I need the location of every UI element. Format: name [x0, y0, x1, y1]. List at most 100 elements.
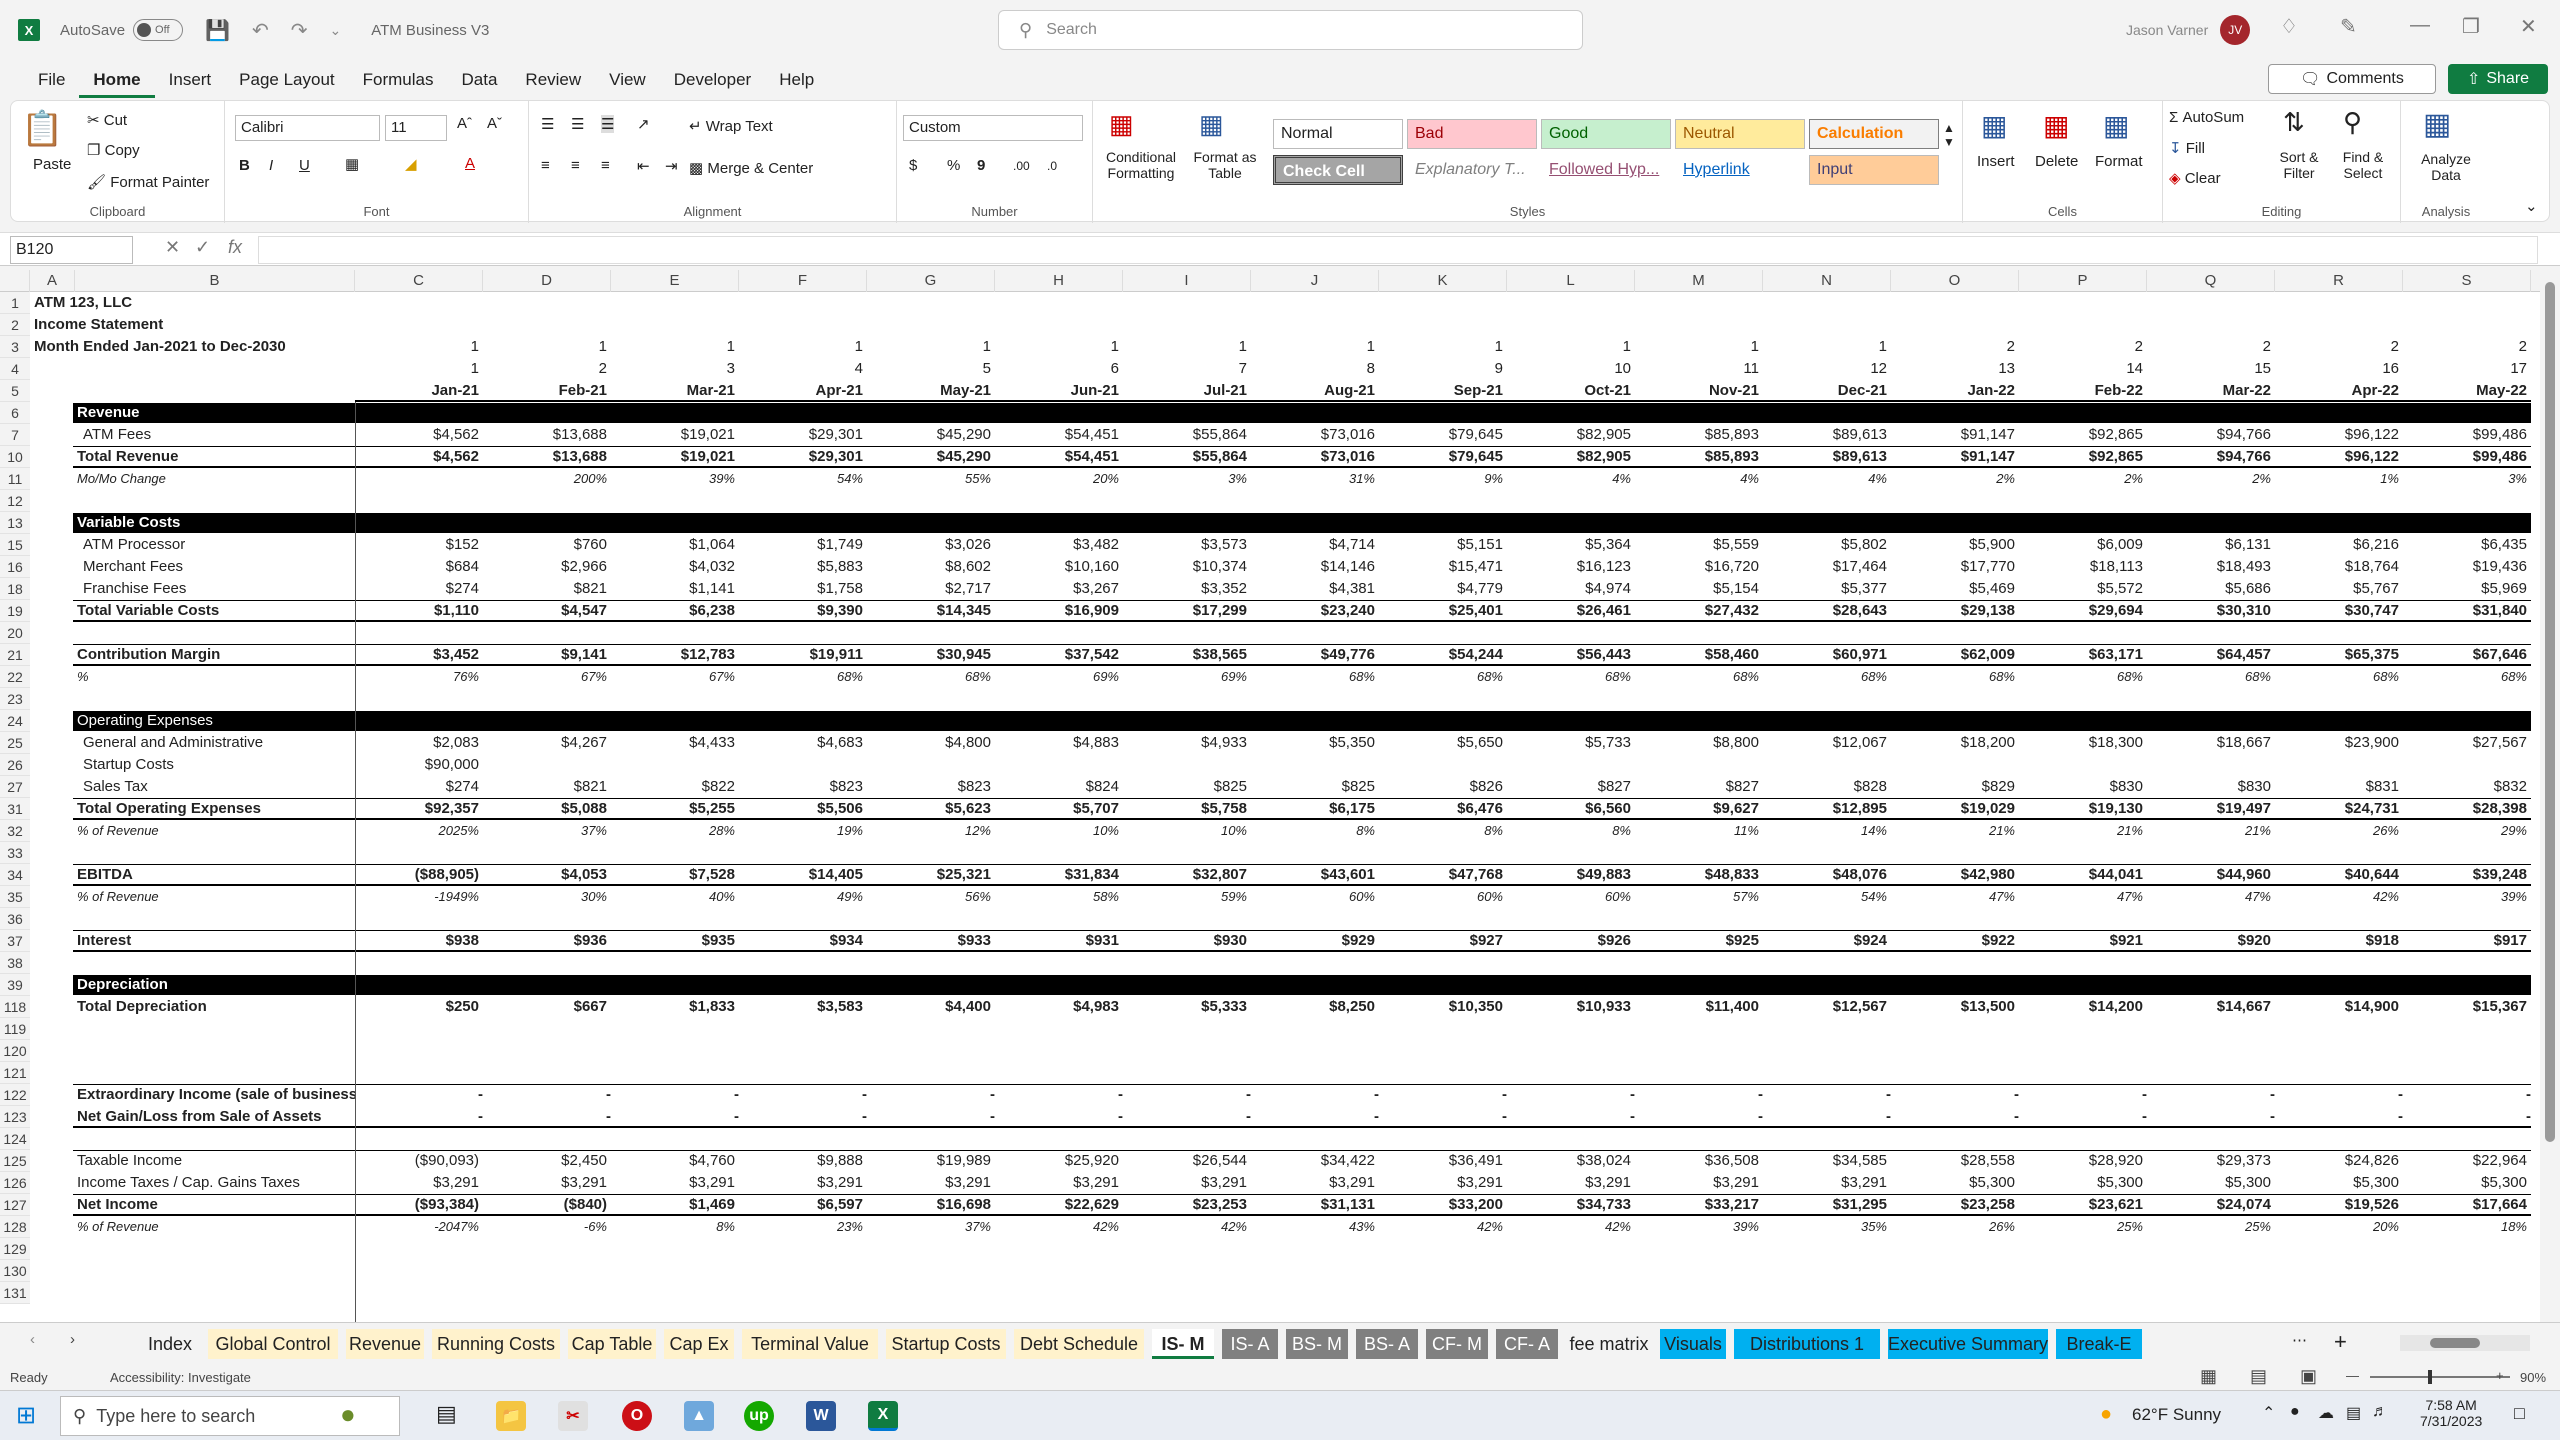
cell-s31[interactable]: $28,398	[2403, 798, 2531, 820]
cell-c11[interactable]	[355, 468, 483, 490]
row-header-12[interactable]: 12	[0, 490, 30, 512]
cell-d15[interactable]: $760	[483, 534, 611, 556]
cell-i11[interactable]: 3%	[1123, 468, 1251, 490]
sheet-tab-global-control[interactable]: Global Control	[208, 1329, 338, 1359]
tray-chevron-icon[interactable]: ⌃	[2262, 1403, 2275, 1423]
zoom-in-icon[interactable]: +	[2496, 1368, 2504, 1383]
cell-s25[interactable]: $27,567	[2403, 732, 2531, 754]
cell-p123[interactable]: -	[2019, 1106, 2147, 1128]
style-normal[interactable]: Normal	[1273, 119, 1403, 149]
conditional-formatting-button[interactable]: Conditional Formatting	[1098, 149, 1184, 181]
cell-l16[interactable]: $16,123	[1507, 556, 1635, 578]
cell-c5[interactable]: Jan-21	[355, 380, 483, 402]
cell-e4[interactable]: 3	[611, 358, 739, 380]
percent-icon[interactable]: %	[947, 157, 960, 174]
cell-f32[interactable]: 19%	[739, 820, 867, 842]
cell-d5[interactable]: Feb-21	[483, 380, 611, 402]
copy-button[interactable]: ❐ Copy	[87, 141, 140, 159]
cell-o7[interactable]: $91,147	[1891, 424, 2019, 446]
cell-i31[interactable]: $5,758	[1123, 798, 1251, 820]
cell-m15[interactable]: $5,559	[1635, 534, 1763, 556]
sheet-tab-cap-ex[interactable]: Cap Ex	[664, 1329, 734, 1359]
cell-f7[interactable]: $29,301	[739, 424, 867, 446]
cell-j122[interactable]: -	[1251, 1084, 1379, 1106]
cell-n26[interactable]	[1763, 754, 1891, 776]
cell-p16[interactable]: $18,113	[2019, 556, 2147, 578]
add-sheet-icon[interactable]: +	[2334, 1329, 2347, 1355]
cell-c32[interactable]: 2025%	[355, 820, 483, 842]
cell-p10[interactable]: $92,865	[2019, 446, 2147, 468]
cell-g122[interactable]: -	[867, 1084, 995, 1106]
cell-g31[interactable]: $5,623	[867, 798, 995, 820]
cell-i21[interactable]: $38,565	[1123, 644, 1251, 666]
sheet-tab-terminal-value[interactable]: Terminal Value	[742, 1329, 878, 1359]
row-header-24[interactable]: 24	[0, 710, 30, 732]
row-header-128[interactable]: 128	[0, 1216, 30, 1238]
currency-icon[interactable]: $	[909, 157, 917, 174]
cell-l5[interactable]: Oct-21	[1507, 380, 1635, 402]
cell-d37[interactable]: $936	[483, 930, 611, 952]
cell-d128[interactable]: -6%	[483, 1216, 611, 1238]
cell-k21[interactable]: $54,244	[1379, 644, 1507, 666]
cell-r122[interactable]: -	[2275, 1084, 2403, 1106]
row-label-11[interactable]: Mo/Mo Change	[73, 468, 355, 490]
cell-d35[interactable]: 30%	[483, 886, 611, 908]
paste-button[interactable]: Paste	[33, 156, 71, 173]
conditional-formatting-icon[interactable]: ▦	[1109, 109, 1134, 140]
cell-q31[interactable]: $19,497	[2147, 798, 2275, 820]
cell-n27[interactable]: $828	[1763, 776, 1891, 798]
cell-g26[interactable]	[867, 754, 995, 776]
cell-d123[interactable]: -	[483, 1106, 611, 1128]
row-header-26[interactable]: 26	[0, 754, 30, 776]
cell-e127[interactable]: $1,469	[611, 1194, 739, 1216]
cell-c18[interactable]: $274	[355, 578, 483, 600]
cell-c34[interactable]: ($88,905)	[355, 864, 483, 886]
cell-h21[interactable]: $37,542	[995, 644, 1123, 666]
cell-e128[interactable]: 8%	[611, 1216, 739, 1238]
cell-g21[interactable]: $30,945	[867, 644, 995, 666]
cell-h16[interactable]: $10,160	[995, 556, 1123, 578]
row-header-125[interactable]: 125	[0, 1150, 30, 1172]
cell-n10[interactable]: $89,613	[1763, 446, 1891, 468]
page-break-view-icon[interactable]: ▣	[2300, 1366, 2317, 1387]
cell-e11[interactable]: 39%	[611, 468, 739, 490]
cell-f118[interactable]: $3,583	[739, 996, 867, 1018]
cell-r7[interactable]: $96,122	[2275, 424, 2403, 446]
clear-button[interactable]: ◈ Clear	[2169, 169, 2221, 187]
cell-k127[interactable]: $33,200	[1379, 1194, 1507, 1216]
insert-function-icon[interactable]: fx	[228, 237, 242, 258]
column-header-c[interactable]: C	[355, 270, 483, 292]
cell-n122[interactable]: -	[1763, 1084, 1891, 1106]
cell-f31[interactable]: $5,506	[739, 798, 867, 820]
cell-e22[interactable]: 67%	[611, 666, 739, 688]
row-header-6[interactable]: 6	[0, 402, 30, 424]
row-header-129[interactable]: 129	[0, 1238, 30, 1260]
cell-e31[interactable]: $5,255	[611, 798, 739, 820]
cell-j123[interactable]: -	[1251, 1106, 1379, 1128]
name-box[interactable]: B120	[10, 236, 133, 264]
cell-q27[interactable]: $830	[2147, 776, 2275, 798]
cell-l21[interactable]: $56,443	[1507, 644, 1635, 666]
cell-f18[interactable]: $1,758	[739, 578, 867, 600]
cell-h118[interactable]: $4,983	[995, 996, 1123, 1018]
cell-k32[interactable]: 8%	[1379, 820, 1507, 842]
cell-r128[interactable]: 20%	[2275, 1216, 2403, 1238]
cell-g123[interactable]: -	[867, 1106, 995, 1128]
cell-g35[interactable]: 56%	[867, 886, 995, 908]
autosave-toggle[interactable]: Off	[133, 19, 184, 41]
cell-f4[interactable]: 4	[739, 358, 867, 380]
cell-f37[interactable]: $934	[739, 930, 867, 952]
cell-j26[interactable]	[1251, 754, 1379, 776]
cell-f26[interactable]	[739, 754, 867, 776]
cell-r16[interactable]: $18,764	[2275, 556, 2403, 578]
cell-r10[interactable]: $96,122	[2275, 446, 2403, 468]
cell-r34[interactable]: $40,644	[2275, 864, 2403, 886]
cell-d32[interactable]: 37%	[483, 820, 611, 842]
cell-q18[interactable]: $5,686	[2147, 578, 2275, 600]
customize-qat-icon[interactable]: ⌄	[329, 22, 341, 39]
cell-p31[interactable]: $19,130	[2019, 798, 2147, 820]
cell-c10[interactable]: $4,562	[355, 446, 483, 468]
find-select-button[interactable]: Find & Select	[2331, 149, 2395, 181]
cell-k118[interactable]: $10,350	[1379, 996, 1507, 1018]
row-header-1[interactable]: 1	[0, 292, 30, 314]
